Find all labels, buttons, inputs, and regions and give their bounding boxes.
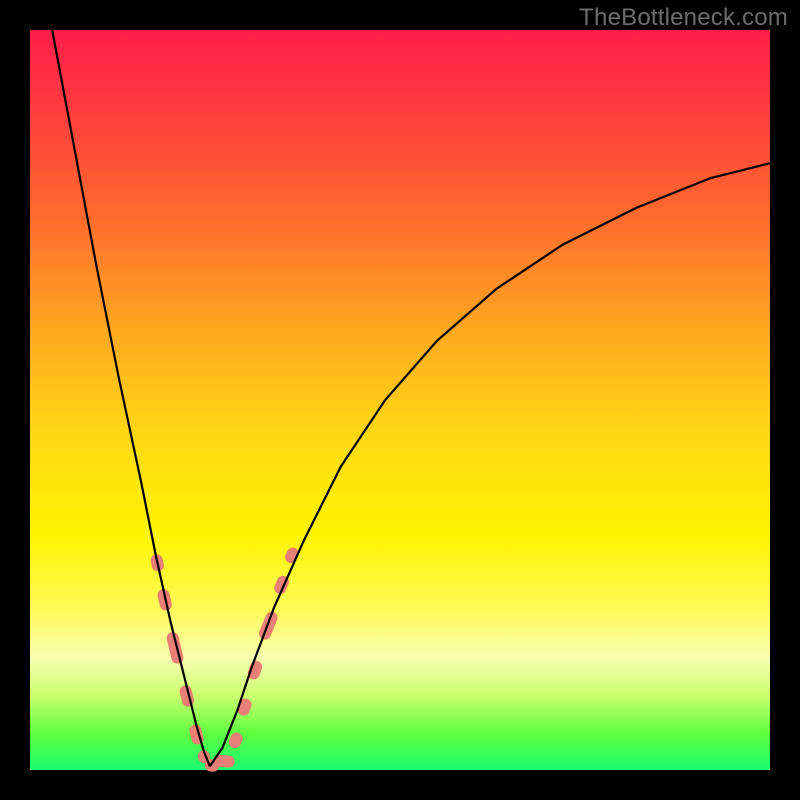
curve-right-branch: [210, 163, 770, 766]
watermark-text: TheBottleneck.com: [579, 4, 788, 32]
curve-left-branch: [52, 30, 210, 766]
curve-bead: [228, 731, 244, 749]
plot-area: [30, 30, 770, 770]
beads-group: [150, 546, 300, 771]
chart-frame: TheBottleneck.com: [0, 0, 800, 800]
curve-layer: [30, 30, 770, 770]
